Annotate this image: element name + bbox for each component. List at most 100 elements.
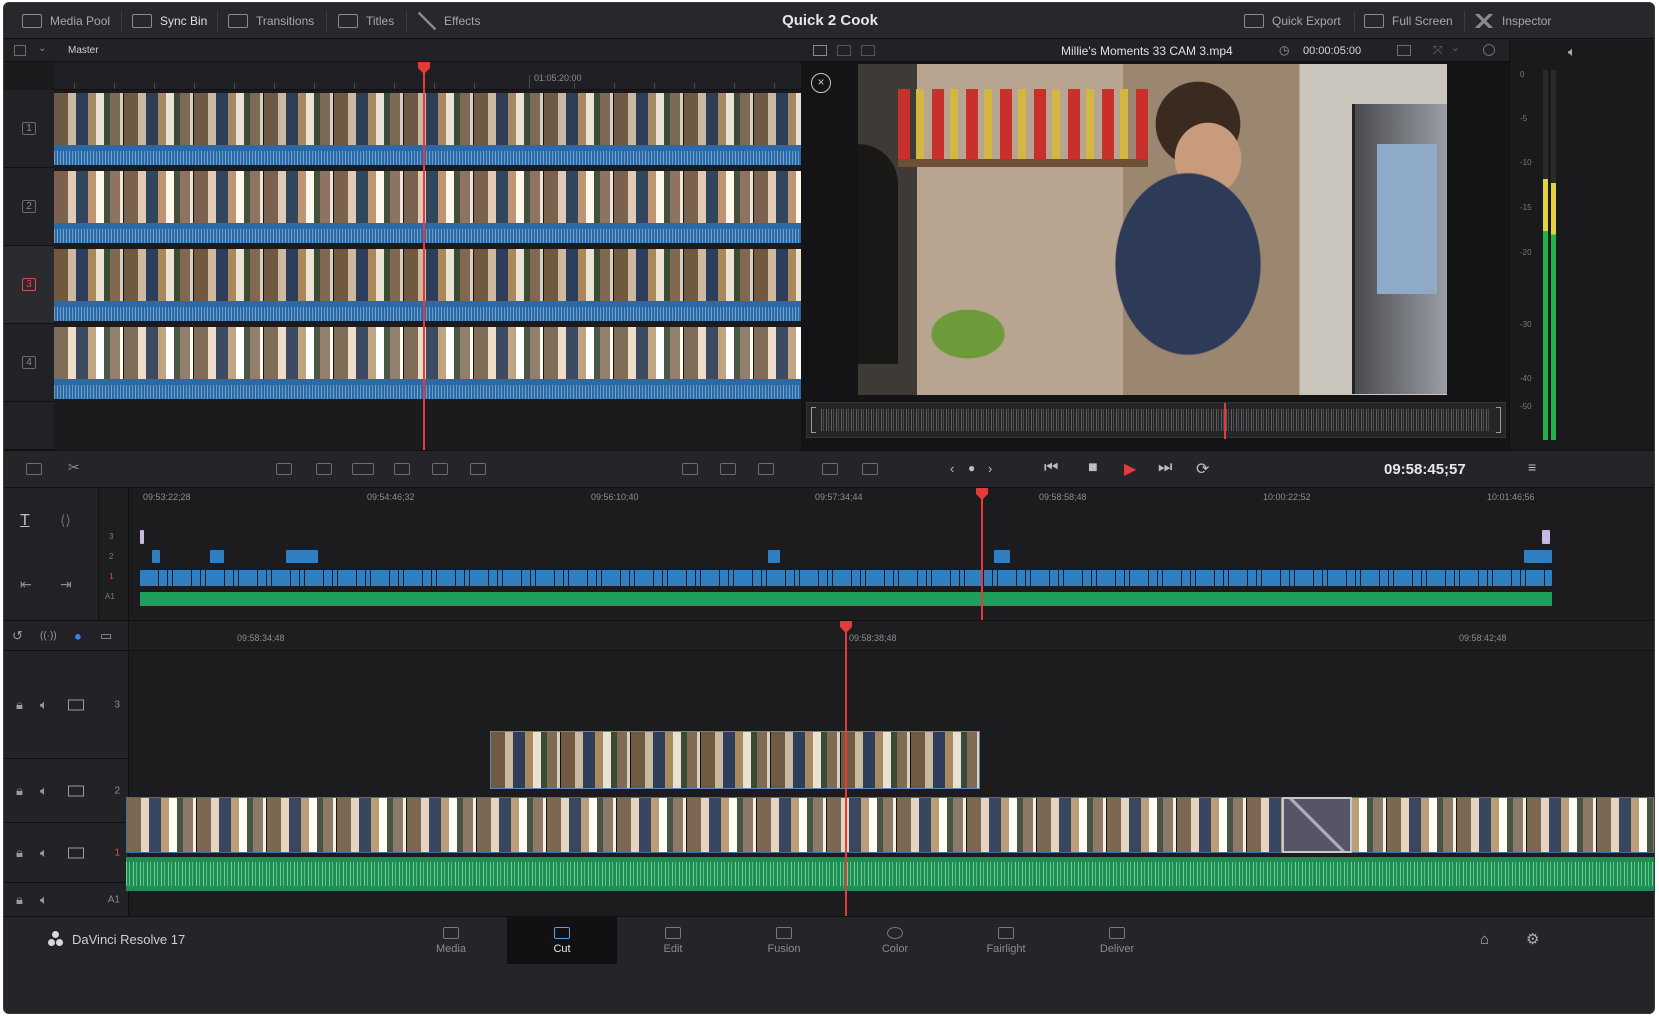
speaker-icon[interactable]: 🔈︎ — [40, 697, 48, 713]
page-deliver[interactable]: Deliver — [1062, 917, 1172, 964]
upper-audio-track[interactable] — [140, 592, 1552, 606]
upper-clip[interactable] — [286, 550, 318, 563]
upper-clip[interactable] — [1542, 530, 1550, 544]
chevron-down-icon[interactable]: ⌄ — [1451, 43, 1459, 54]
close-up-icon[interactable] — [394, 463, 410, 475]
mini-scrubber-playhead[interactable] — [1224, 403, 1227, 439]
media-pool-button[interactable]: Media Pool — [22, 3, 110, 39]
page-cut[interactable]: Cut — [507, 917, 617, 964]
lock-icon[interactable]: 🔒︎ — [16, 697, 23, 713]
page-media[interactable]: Media — [396, 917, 506, 964]
lock-icon[interactable]: 🔒︎ — [16, 783, 23, 799]
page-edit[interactable]: Edit — [618, 917, 728, 964]
out-bracket[interactable] — [1496, 407, 1501, 433]
sync-bin-button[interactable]: Sync Bin — [132, 3, 207, 39]
place-on-top-icon[interactable] — [432, 463, 448, 475]
loop-icon[interactable]: ⟳ — [1196, 459, 1209, 479]
speaker-icon[interactable]: 🔈︎ — [1568, 44, 1576, 60]
transform-icon[interactable]: ⤧ — [1433, 43, 1443, 58]
scissors-icon[interactable]: ✂ — [68, 459, 80, 476]
lock-icon[interactable]: 🔒︎ — [16, 845, 23, 861]
speaker-icon[interactable]: 🔈︎ — [40, 892, 48, 908]
zoom-icon[interactable]: ▭ — [100, 628, 112, 644]
lock-icon[interactable]: 🔒︎ — [16, 892, 23, 908]
ripple-overwrite-icon[interactable] — [352, 463, 374, 475]
upper-clip[interactable] — [768, 550, 780, 563]
audio-sync-icon[interactable]: ((·)) — [40, 630, 57, 641]
source-ruler[interactable]: 01:05:20:00 — [54, 62, 849, 90]
smart-insert-icon[interactable] — [276, 463, 292, 475]
smooth-cut-icon[interactable] — [758, 463, 774, 475]
source-clip-strip-2[interactable] — [54, 171, 849, 243]
speaker-icon[interactable]: 🔈︎ — [40, 783, 48, 799]
source-track-1[interactable]: 1 — [4, 90, 54, 168]
chevron-down-icon[interactable]: ⌄ — [38, 43, 46, 54]
align-right-icon[interactable]: ⇥ — [60, 576, 72, 593]
viewer-frame[interactable] — [858, 64, 1447, 395]
upper-clip[interactable] — [994, 550, 1010, 563]
dot-button[interactable]: ● — [968, 461, 975, 475]
lower-ruler[interactable]: 09:58:34;48 09:58:38;48 09:58:42;48 — [129, 621, 1654, 651]
gear-icon[interactable]: ⚙ — [1526, 930, 1539, 948]
align-left-icon[interactable]: ⇤ — [20, 576, 32, 593]
inspector-button[interactable]: Inspector — [1474, 3, 1551, 39]
play-icon[interactable]: ▶ — [1124, 459, 1136, 479]
monitor-icon[interactable] — [68, 847, 84, 858]
upper-clip[interactable] — [1524, 550, 1552, 563]
upper-track-a1: A1 — [105, 592, 115, 601]
full-screen-button[interactable]: Full Screen — [1364, 3, 1453, 39]
home-icon[interactable]: ⌂ — [1480, 931, 1489, 948]
skip-forward-icon[interactable]: ⏭ — [1158, 459, 1172, 477]
marker-icon[interactable]: ● — [74, 628, 82, 643]
page-fairlight[interactable]: Fairlight — [951, 917, 1061, 964]
upper-ruler[interactable]: 09:53:22;28 09:54:46;32 09:56:10;40 09:5… — [129, 488, 1654, 510]
menu-icon[interactable]: ≡ — [1528, 459, 1536, 475]
upper-clip[interactable] — [152, 550, 160, 563]
layout-icon[interactable] — [14, 45, 26, 56]
transition-icon[interactable] — [682, 463, 698, 475]
upper-clip[interactable] — [210, 550, 224, 563]
monitor-icon[interactable] — [68, 785, 84, 796]
transition-marker[interactable] — [1282, 797, 1352, 853]
titles-button[interactable]: Titles — [338, 3, 394, 39]
timeline-clip-v2[interactable] — [490, 731, 980, 789]
append-icon[interactable] — [316, 463, 332, 475]
source-clip-strip-1[interactable] — [54, 93, 849, 165]
effects-button[interactable]: Effects — [418, 3, 480, 39]
monitor-icon[interactable] — [68, 699, 84, 710]
mini-scrubber[interactable] — [806, 402, 1506, 439]
source-overwrite-icon[interactable] — [470, 463, 486, 475]
source-track-2[interactable]: 2 — [4, 168, 54, 246]
safe-area-icon[interactable] — [1397, 45, 1411, 56]
timeline-clip-v1[interactable] — [126, 797, 1654, 853]
upper-track-1-clips[interactable] — [140, 570, 1552, 586]
color-icon[interactable] — [1483, 44, 1495, 56]
snap-icon[interactable]: ↺ — [12, 628, 23, 644]
speaker-icon[interactable]: 🔈︎ — [40, 845, 48, 861]
viewer-mode-icon-3[interactable] — [861, 45, 875, 56]
viewer-mode-icon[interactable] — [813, 45, 827, 56]
audio-icon[interactable] — [822, 463, 838, 475]
page-color[interactable]: Color — [840, 917, 950, 964]
quick-export-button[interactable]: Quick Export — [1244, 3, 1341, 39]
source-track-4[interactable]: 4 — [4, 324, 54, 402]
close-icon[interactable]: × — [811, 73, 831, 93]
transitions-button[interactable]: Transitions — [228, 3, 314, 39]
source-track-3[interactable]: 3 — [4, 246, 54, 324]
upper-clip[interactable] — [140, 530, 144, 544]
source-clip-strip-4[interactable] — [54, 327, 849, 399]
next-clip-button[interactable]: › — [988, 461, 992, 476]
cross-dissolve-icon[interactable] — [720, 463, 736, 475]
timeline-options-icon[interactable] — [26, 463, 42, 475]
stop-icon[interactable]: ■ — [1088, 459, 1098, 477]
in-bracket[interactable] — [811, 407, 816, 433]
adjust-icon[interactable] — [862, 463, 878, 475]
prev-clip-button[interactable]: ‹ — [950, 461, 954, 476]
timeline-audio-a1[interactable] — [126, 857, 1654, 891]
page-fusion[interactable]: Fusion — [729, 917, 839, 964]
title-tool-icon[interactable]: T̲ — [20, 512, 30, 530]
split-icon[interactable]: ⟨⟩ — [60, 512, 71, 529]
source-clip-strip-3[interactable] — [54, 249, 849, 321]
viewer-mode-icon-2[interactable] — [837, 45, 851, 56]
skip-back-icon[interactable]: ⏮ — [1044, 459, 1058, 477]
